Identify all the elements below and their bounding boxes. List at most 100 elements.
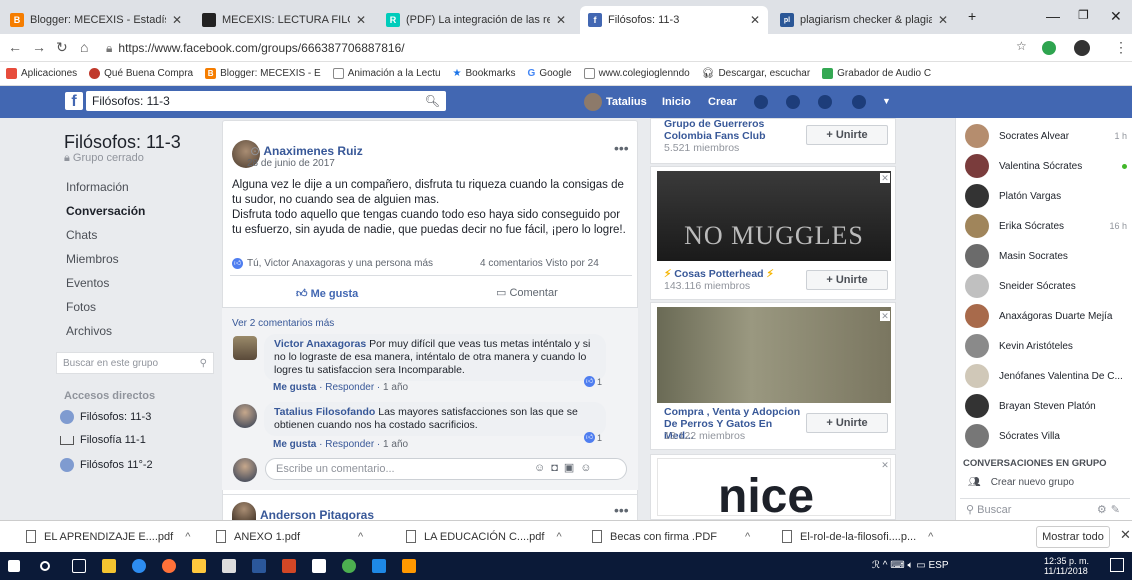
close-icon[interactable]: ✕ bbox=[880, 311, 890, 321]
show-all-downloads-button[interactable]: Mostrar todo bbox=[1036, 526, 1110, 548]
bookmark-item[interactable]: B Blogger: MECEXIS - E bbox=[205, 68, 321, 79]
browser-tab[interactable]: MECEXIS: LECTURA FILOSOFÍA ✕ bbox=[194, 6, 374, 34]
friend-requests-icon[interactable] bbox=[754, 95, 768, 109]
chat-contact[interactable]: Sneider Sócrates bbox=[965, 273, 1127, 299]
comment-reply-link[interactable]: Responder bbox=[325, 439, 374, 450]
suggestion-name[interactable]: Grupo de Guerreros Colombia Fans Club bbox=[664, 118, 804, 142]
search-icon[interactable]: 🔍︎ bbox=[425, 94, 440, 108]
comment-time[interactable]: 1 año bbox=[383, 439, 408, 450]
more-options-icon[interactable]: ••• bbox=[614, 502, 629, 518]
chat-contact[interactable]: Masin Socrates bbox=[965, 243, 1127, 269]
comment-like-link[interactable]: Me gusta bbox=[273, 439, 316, 450]
grammarly-icon[interactable] bbox=[1042, 41, 1056, 55]
shortcut-item[interactable]: Filósofos: 11-3 bbox=[60, 410, 151, 424]
chat-contact[interactable]: Valentina Sócrates bbox=[965, 153, 1127, 179]
bookmark-item[interactable]: G Google bbox=[528, 68, 572, 79]
notifications-icon[interactable] bbox=[1110, 558, 1124, 572]
close-tab-icon[interactable]: ✕ bbox=[356, 13, 366, 27]
close-tab-icon[interactable]: ✕ bbox=[172, 13, 182, 27]
create-link[interactable]: Crear bbox=[708, 96, 737, 108]
join-button[interactable]: + Unirte bbox=[806, 125, 888, 145]
join-button[interactable]: + Unirte bbox=[806, 413, 888, 433]
chevron-up-icon[interactable]: ^ bbox=[883, 560, 888, 571]
comment-reply-link[interactable]: Responder bbox=[325, 382, 374, 393]
user-avatar[interactable] bbox=[584, 93, 602, 111]
home-link[interactable]: Inicio bbox=[662, 96, 691, 108]
edge-icon[interactable] bbox=[132, 559, 146, 573]
chat-search-input[interactable]: ⚲ Buscar ⚙✎ bbox=[960, 498, 1130, 520]
close-icon[interactable]: ✕ bbox=[880, 173, 890, 183]
minimize-icon[interactable]: — bbox=[1046, 8, 1060, 24]
chevron-up-icon[interactable]: ^ bbox=[185, 531, 190, 543]
more-options-icon[interactable]: ••• bbox=[614, 140, 629, 156]
post-date[interactable]: 28 de junio de 2017 bbox=[247, 158, 335, 169]
commenter-avatar[interactable] bbox=[233, 404, 257, 428]
bookmark-item[interactable]: ★ Bookmarks bbox=[453, 68, 516, 79]
browser-tab[interactable]: B Blogger: MECEXIS - Estadística ✕ bbox=[2, 6, 190, 34]
network-icon[interactable]: ⌨ bbox=[890, 560, 904, 571]
close-tab-icon[interactable]: ✕ bbox=[750, 13, 760, 27]
author-avatar[interactable] bbox=[232, 502, 256, 520]
author-name[interactable]: Anaximenes Ruiz bbox=[263, 144, 362, 158]
chat-contact[interactable]: Socrates Alvear 1 h bbox=[965, 123, 1127, 149]
bookmark-item[interactable]: Animación a la Lectu bbox=[332, 68, 441, 79]
chevron-up-icon[interactable]: ^ bbox=[745, 531, 750, 543]
sidebar-item-informacion[interactable]: Información bbox=[66, 180, 129, 194]
url-field[interactable]: 🔒︎ https://www.facebook.com/groups/66638… bbox=[106, 38, 986, 58]
app-icon[interactable] bbox=[372, 559, 386, 573]
notifications-icon[interactable] bbox=[818, 95, 832, 109]
bookmark-item[interactable]: Grabador de Audio C bbox=[822, 68, 931, 79]
comment-like-link[interactable]: Me gusta bbox=[273, 382, 316, 393]
keyboard-icon[interactable]: ▭ bbox=[916, 560, 925, 571]
shortcut-item[interactable]: Filosofía 11-1 bbox=[60, 434, 146, 446]
chevron-up-icon[interactable]: ^ bbox=[556, 531, 561, 543]
people-icon[interactable]: ℛ bbox=[872, 560, 880, 571]
commenter-avatar[interactable] bbox=[233, 336, 257, 360]
help-icon[interactable] bbox=[852, 95, 866, 109]
chat-contact[interactable]: Brayan Steven Platón bbox=[965, 393, 1127, 419]
comment-like-count[interactable]: 👍︎ 1 bbox=[584, 376, 602, 387]
app-icon[interactable] bbox=[402, 559, 416, 573]
sidebar-item-eventos[interactable]: Eventos bbox=[66, 276, 109, 290]
download-item[interactable]: ANEXO 1.pdf ^ bbox=[216, 530, 363, 543]
user-name-link[interactable]: Tatalius bbox=[606, 96, 647, 108]
search-icon[interactable]: ⚲ bbox=[200, 358, 207, 369]
file-explorer-icon[interactable] bbox=[192, 559, 206, 573]
browser-tab-active[interactable]: f Filósofos: 11-3 ✕ bbox=[580, 6, 768, 34]
search-icon[interactable] bbox=[40, 561, 50, 571]
bookmark-item[interactable]: www.colegioglenndo bbox=[583, 68, 690, 79]
facebook-search-input[interactable]: Filósofos: 11-3 🔍︎ bbox=[86, 91, 446, 111]
volume-icon[interactable]: 🔈︎ bbox=[907, 560, 913, 571]
sidebar-item-conversacion[interactable]: Conversación bbox=[66, 204, 145, 218]
download-item[interactable]: EL APRENDIZAJE E....pdf ^ bbox=[26, 530, 190, 543]
post-stats[interactable]: 4 comentarios Visto por 24 bbox=[480, 258, 599, 269]
chat-contact[interactable]: Anaxágoras Duarte Mejía bbox=[965, 303, 1127, 329]
chat-contact[interactable]: Platón Vargas bbox=[965, 183, 1127, 209]
chevron-up-icon[interactable]: ^ bbox=[358, 531, 363, 543]
suggestion-image[interactable]: NO MUGGLES bbox=[657, 171, 891, 261]
close-downloads-icon[interactable]: ✕ bbox=[1120, 527, 1131, 543]
calculator-icon[interactable] bbox=[222, 559, 236, 573]
windows-start-icon[interactable] bbox=[8, 560, 20, 572]
close-icon[interactable]: ✕ bbox=[880, 460, 890, 470]
comment-like-count[interactable]: 👍︎ 1 bbox=[584, 432, 602, 443]
chat-contact[interactable]: Jenófanes Valentina De C... bbox=[965, 363, 1127, 389]
task-view-icon[interactable] bbox=[72, 559, 86, 573]
chevron-up-icon[interactable]: ^ bbox=[928, 531, 933, 543]
close-tab-icon[interactable]: ✕ bbox=[556, 13, 566, 27]
word-icon[interactable] bbox=[252, 559, 266, 573]
chat-contact[interactable]: Erika Sócrates 16 h bbox=[965, 213, 1127, 239]
create-group-button[interactable]: 👥︎ Crear nuevo grupo bbox=[968, 477, 1074, 488]
close-window-icon[interactable]: ✕ bbox=[1110, 8, 1122, 25]
chat-contact[interactable]: Kevin Aristóteles bbox=[965, 333, 1127, 359]
close-tab-icon[interactable]: ✕ bbox=[938, 13, 948, 27]
gif-icon[interactable]: ▣ bbox=[564, 462, 580, 474]
reactions-summary[interactable]: 👍︎ Tú, Victor Anaxagoras y una persona má… bbox=[232, 258, 433, 269]
sidebar-item-archivos[interactable]: Archivos bbox=[66, 324, 112, 338]
view-more-comments-link[interactable]: Ver 2 comentarios más bbox=[232, 318, 334, 329]
suggestion-image[interactable] bbox=[657, 307, 891, 403]
forward-icon[interactable]: → bbox=[32, 39, 46, 55]
mail-icon[interactable] bbox=[312, 559, 326, 573]
clock[interactable]: 12:35 p. m. 11/11/2018 bbox=[1044, 556, 1089, 576]
like-button[interactable]: 👍︎ Me gusta bbox=[296, 287, 358, 300]
